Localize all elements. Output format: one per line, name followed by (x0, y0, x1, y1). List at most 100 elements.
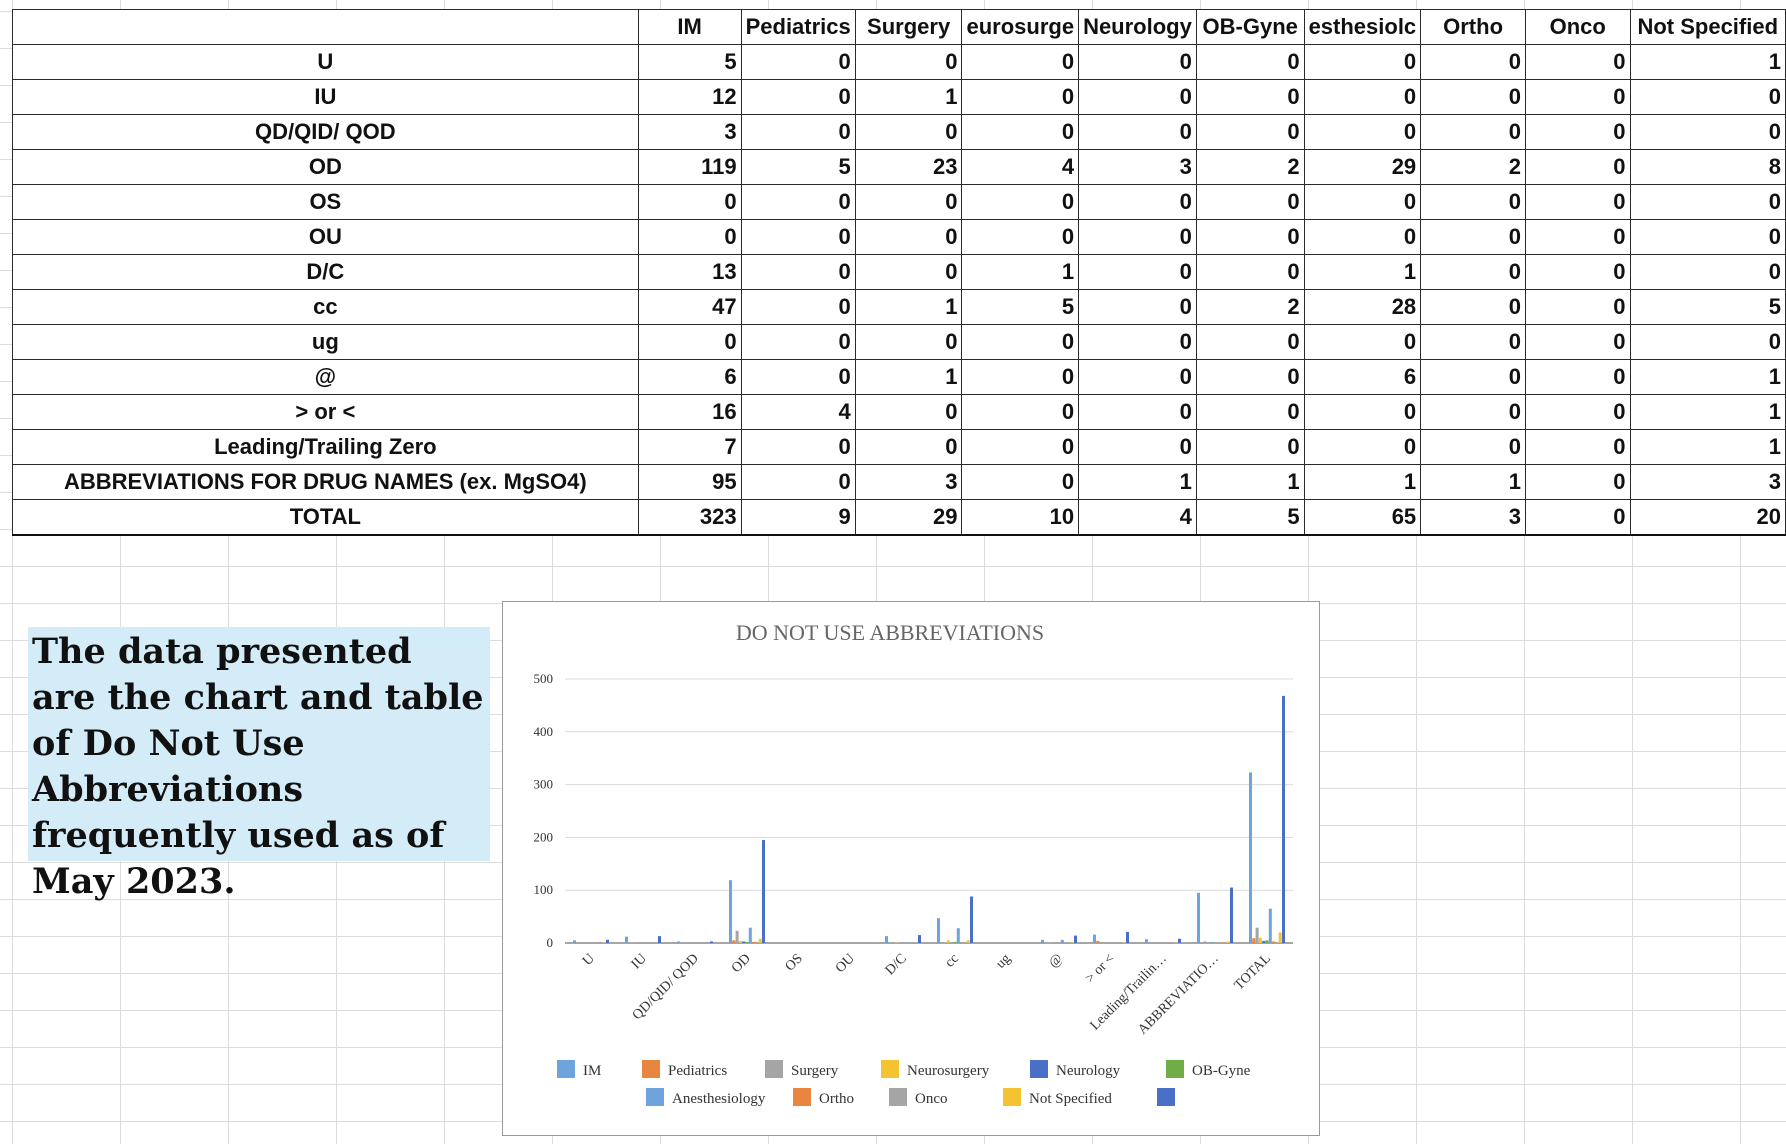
table-cell[interactable]: 28 (1303, 289, 1422, 325)
table-cell[interactable]: 0 (740, 464, 856, 500)
table-cell[interactable]: 0 (1420, 324, 1526, 360)
column-header[interactable]: IM (637, 9, 742, 45)
table-cell[interactable]: 0 (1078, 289, 1197, 325)
table-cell[interactable]: 0 (1078, 324, 1197, 360)
table-cell[interactable]: 0 (1078, 114, 1197, 150)
table-cell[interactable]: 0 (1524, 324, 1631, 360)
table-cell[interactable]: 0 (1195, 394, 1305, 430)
table-cell[interactable]: 0 (1195, 324, 1305, 360)
table-cell[interactable]: 0 (637, 324, 742, 360)
table-cell[interactable]: 0 (1195, 429, 1305, 465)
row-label[interactable]: D/C (12, 254, 639, 290)
table-cell[interactable]: 0 (1524, 429, 1631, 465)
table-cell[interactable]: 0 (740, 324, 856, 360)
row-label[interactable]: IU (12, 79, 639, 115)
table-cell[interactable]: 7 (637, 429, 742, 465)
table-cell[interactable]: 0 (1195, 254, 1305, 290)
table-cell[interactable]: 1 (854, 289, 963, 325)
table-cell[interactable]: 0 (740, 359, 856, 395)
table-cell[interactable]: 0 (1420, 114, 1526, 150)
table-cell[interactable]: 95 (637, 464, 742, 500)
table-cell[interactable]: 0 (1078, 359, 1197, 395)
row-label[interactable]: OS (12, 184, 639, 220)
table-cell[interactable]: 3 (637, 114, 742, 150)
table-cell[interactable]: 0 (1303, 44, 1422, 80)
table-cell[interactable]: 0 (854, 394, 963, 430)
table-cell[interactable]: 0 (1078, 394, 1197, 430)
table-cell[interactable]: 0 (1195, 79, 1305, 115)
table-cell[interactable]: 323 (637, 499, 742, 536)
table-cell[interactable]: 0 (1303, 184, 1422, 220)
table-cell[interactable]: 0 (1524, 79, 1631, 115)
table-cell[interactable]: 65 (1303, 499, 1422, 536)
table-cell[interactable]: 12 (637, 79, 742, 115)
table-cell[interactable]: 0 (1524, 289, 1631, 325)
table-cell[interactable]: 0 (961, 324, 1080, 360)
row-label[interactable]: TOTAL (12, 499, 639, 536)
table-cell[interactable]: 0 (1078, 44, 1197, 80)
row-label[interactable]: @ (12, 359, 639, 395)
table-cell[interactable]: 0 (1078, 184, 1197, 220)
table-cell[interactable]: 8 (1629, 149, 1786, 185)
table-cell[interactable]: 2 (1420, 149, 1526, 185)
table-cell[interactable]: 0 (1078, 254, 1197, 290)
table-cell[interactable]: 1 (1629, 394, 1786, 430)
table-cell[interactable]: 5 (637, 44, 742, 80)
table-cell[interactable]: 0 (1524, 149, 1631, 185)
column-header[interactable]: OB-Gyne (1195, 9, 1305, 45)
column-header[interactable]: Neurology (1078, 9, 1197, 45)
table-cell[interactable]: 5 (1629, 289, 1786, 325)
table-cell[interactable]: 0 (1524, 254, 1631, 290)
table-cell[interactable]: 0 (1303, 394, 1422, 430)
table-cell[interactable]: 0 (1629, 114, 1786, 150)
table-cell[interactable]: 0 (961, 114, 1080, 150)
table-cell[interactable]: 0 (1420, 394, 1526, 430)
table-cell[interactable]: 0 (1195, 114, 1305, 150)
table-cell[interactable]: 0 (854, 219, 963, 255)
table-cell[interactable]: 0 (1195, 44, 1305, 80)
column-header[interactable]: Onco (1524, 9, 1631, 45)
table-cell[interactable]: 0 (1420, 289, 1526, 325)
table-cell[interactable]: 29 (1303, 149, 1422, 185)
column-header[interactable] (12, 9, 639, 45)
table-cell[interactable]: 0 (1195, 219, 1305, 255)
table-cell[interactable]: 0 (1303, 219, 1422, 255)
table-cell[interactable]: 0 (1524, 499, 1631, 536)
column-header[interactable]: Not Specified (1629, 9, 1786, 45)
table-cell[interactable]: 0 (854, 114, 963, 150)
table-cell[interactable]: 0 (1629, 184, 1786, 220)
table-cell[interactable]: 6 (637, 359, 742, 395)
table-cell[interactable]: 0 (1420, 184, 1526, 220)
table-cell[interactable]: 1 (1629, 429, 1786, 465)
table-cell[interactable]: 1 (1420, 464, 1526, 500)
table-cell[interactable]: 0 (961, 394, 1080, 430)
table-cell[interactable]: 0 (854, 184, 963, 220)
table-cell[interactable]: 4 (740, 394, 856, 430)
row-label[interactable]: QD/QID/ QOD (12, 114, 639, 150)
row-label[interactable]: U (12, 44, 639, 80)
table-cell[interactable]: 3 (1078, 149, 1197, 185)
table-cell[interactable]: 0 (1420, 429, 1526, 465)
table-cell[interactable]: 0 (854, 44, 963, 80)
table-cell[interactable]: 0 (1524, 114, 1631, 150)
table-cell[interactable]: 0 (740, 429, 856, 465)
table-cell[interactable]: 0 (740, 114, 856, 150)
table-cell[interactable]: 3 (1629, 464, 1786, 500)
table-cell[interactable]: 0 (1629, 219, 1786, 255)
table-cell[interactable]: 0 (1303, 429, 1422, 465)
table-cell[interactable]: 0 (1629, 254, 1786, 290)
table-cell[interactable]: 0 (637, 219, 742, 255)
table-cell[interactable]: 0 (740, 79, 856, 115)
table-cell[interactable]: 5 (1195, 499, 1305, 536)
table-cell[interactable]: 23 (854, 149, 963, 185)
table-cell[interactable]: 0 (1420, 359, 1526, 395)
table-cell[interactable]: 10 (961, 499, 1080, 536)
table-cell[interactable]: 0 (740, 219, 856, 255)
table-cell[interactable]: 0 (1524, 44, 1631, 80)
table-cell[interactable]: 1 (1078, 464, 1197, 500)
row-label[interactable]: ABBREVIATIONS FOR DRUG NAMES (ex. MgSO4) (12, 464, 639, 500)
chart-container[interactable]: DO NOT USE ABBREVIATIONS 0 100 200 300 400 500… (502, 601, 1320, 1136)
row-label[interactable]: Leading/Trailing Zero (12, 429, 639, 465)
table-cell[interactable]: 1 (1303, 464, 1422, 500)
table-cell[interactable]: 0 (1303, 114, 1422, 150)
